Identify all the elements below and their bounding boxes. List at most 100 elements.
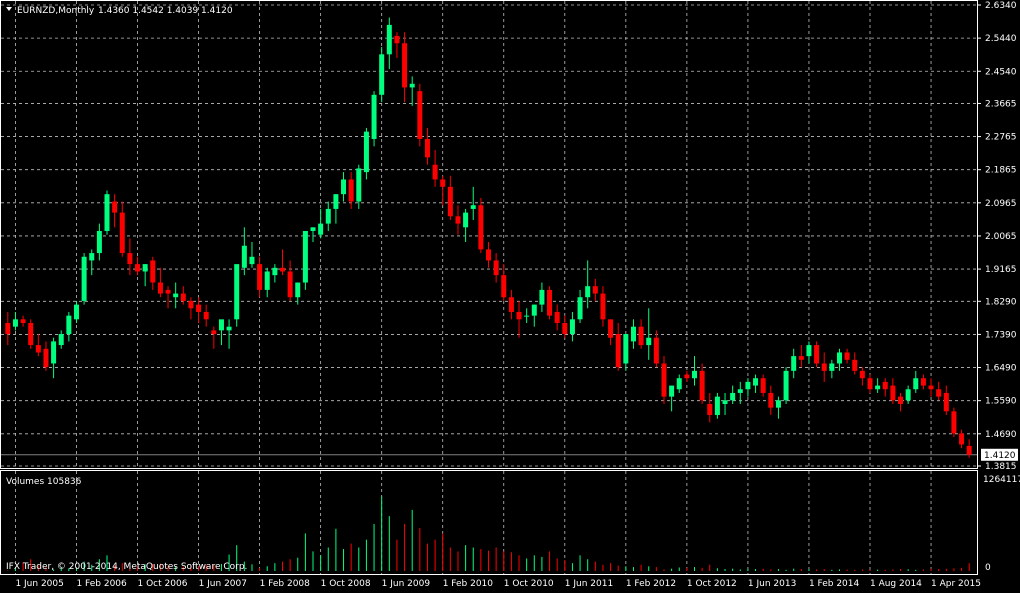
volumes-label: Volumes 105836 [6, 477, 82, 487]
time-tick-label: 1 Feb 2014 [809, 579, 860, 589]
candle-body [943, 392, 949, 412]
candle-body [150, 260, 156, 283]
candle-body [653, 337, 659, 364]
price-tick-label: 2.6340 [985, 1, 1017, 11]
symbol-label: EURNZD,Monthly [17, 6, 95, 16]
candle-body [753, 378, 759, 386]
price-tick-label: 1.3815 [985, 462, 1017, 472]
candle-body [928, 385, 934, 390]
candle-body [180, 293, 186, 301]
volume-tick-label: 0 [985, 563, 991, 573]
candle-body [493, 260, 499, 276]
candle-body [203, 311, 209, 320]
candle-body [592, 286, 598, 294]
candle-body [867, 378, 873, 390]
candle-body [234, 264, 240, 320]
candle-body [142, 264, 148, 272]
candle-body [211, 330, 217, 335]
candle-body [127, 253, 133, 265]
candle-body [905, 389, 911, 401]
copyright-text: IFX Trader, © 2001-2014, MetaQuotes Soft… [6, 562, 247, 572]
candle-body [646, 337, 652, 346]
candle-body [66, 315, 72, 335]
candle-body [402, 43, 408, 88]
candle-body [12, 319, 18, 327]
candle-body [852, 359, 858, 371]
candle-body [875, 385, 881, 390]
candle-body [775, 400, 781, 408]
candle-body [516, 311, 522, 320]
candle-body [569, 319, 575, 335]
candle-body [173, 293, 179, 298]
candle-body [630, 326, 636, 342]
time-tick-label: 1 Jun 2011 [565, 579, 613, 589]
candle-body [409, 83, 415, 88]
candle-body [508, 297, 514, 312]
volume-tick-label: 1264117 [983, 475, 1020, 485]
candle-body [791, 356, 797, 371]
candle-body [714, 396, 720, 416]
candle-body [58, 334, 64, 346]
time-tick-label: 1 Oct 2010 [504, 579, 554, 589]
candle-body [844, 352, 850, 360]
candle-body [585, 286, 591, 298]
price-tick-label: 1.8290 [985, 297, 1017, 307]
candle-body [859, 370, 865, 379]
candle-body [333, 194, 339, 209]
candle-body [661, 363, 667, 397]
candle-body [379, 54, 385, 95]
candle-body [638, 326, 644, 346]
candle-body [547, 289, 553, 316]
ohlc-label: 1.4360 1.4542 1.4039 1.4120 [98, 6, 233, 16]
candle-body [676, 378, 682, 390]
price-tick-label: 1.7390 [985, 330, 1017, 340]
candle-body [386, 24, 392, 55]
candle-body [81, 256, 87, 301]
candle-body [539, 289, 545, 305]
candle-body [524, 315, 530, 317]
candle-body [264, 271, 270, 290]
candle-body [279, 267, 285, 272]
candle-body [241, 245, 247, 268]
candle-body [341, 179, 347, 195]
time-tick-label: 1 Aug 2014 [870, 579, 922, 589]
candle-body [165, 289, 171, 294]
candle-body [5, 323, 11, 335]
candle-body [478, 205, 484, 250]
candle-body [692, 370, 698, 379]
price-tick-label: 1.9165 [985, 265, 1017, 275]
candle-body [684, 374, 690, 379]
price-tick-label: 2.5440 [985, 34, 1017, 44]
candle-body [669, 385, 675, 397]
candle-body [768, 392, 774, 408]
chart-background [0, 0, 1020, 593]
candle-body [798, 356, 804, 360]
candle-body [890, 385, 896, 401]
candle-body [424, 138, 430, 158]
candle-body [783, 370, 789, 401]
time-tick-label: 1 Jun 2005 [15, 579, 63, 589]
candle-body [73, 304, 79, 320]
candle-body [310, 227, 316, 231]
candle-body [836, 352, 842, 364]
candle-body [196, 304, 202, 312]
candle-body [745, 381, 751, 390]
candle-body [119, 212, 125, 254]
candle-body [501, 275, 507, 298]
candle-body [371, 94, 377, 139]
candle-body [188, 300, 194, 309]
candle-body [318, 223, 324, 235]
candle-body [348, 179, 354, 202]
price-tick-label: 1.6490 [985, 364, 1017, 374]
candle-body [325, 208, 331, 224]
time-tick-label: 1 Oct 2008 [321, 579, 371, 589]
candle-body [104, 194, 110, 231]
candle-body [737, 389, 743, 393]
candle-body [363, 131, 369, 173]
time-tick-label: 1 Feb 2012 [626, 579, 676, 589]
candle-body [89, 253, 95, 261]
time-tick-label: 1 Oct 2006 [138, 579, 188, 589]
candle-body [302, 230, 308, 283]
candle-body [814, 345, 820, 364]
candle-body [35, 345, 41, 353]
